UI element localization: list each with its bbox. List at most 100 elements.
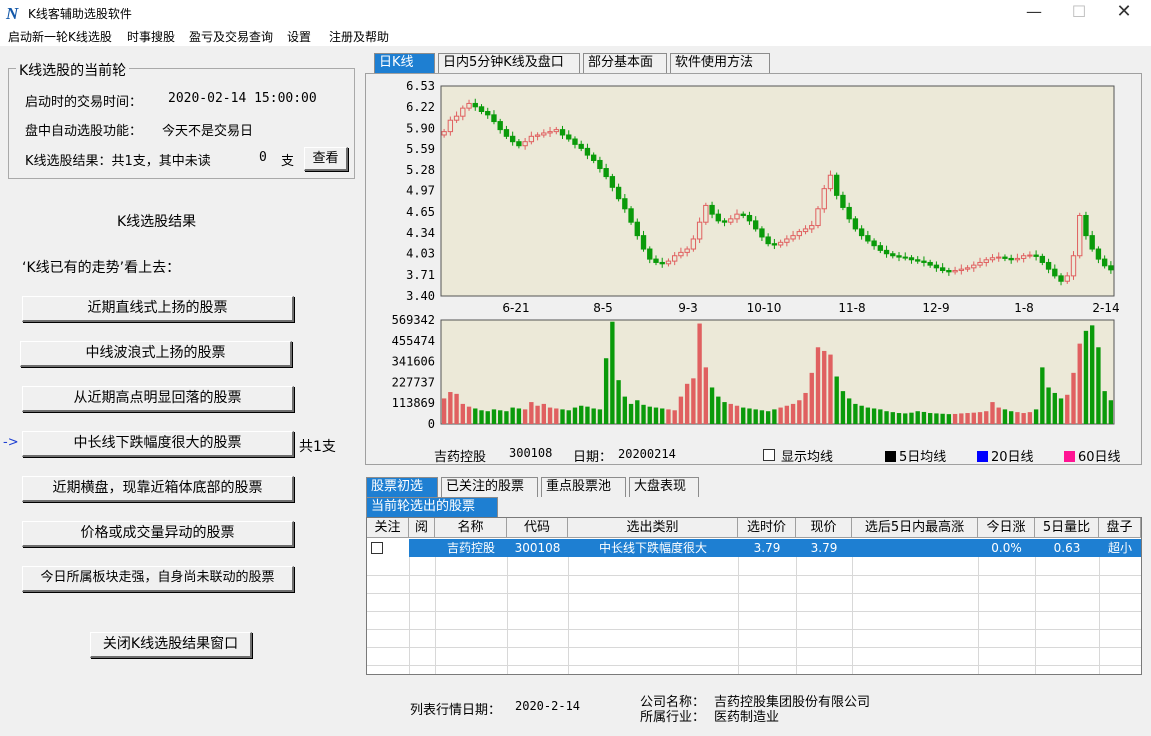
volume-bar xyxy=(741,407,746,424)
ma20-legend-label: 20日线 xyxy=(991,450,1034,465)
col-header-read[interactable]: 阅 xyxy=(409,518,435,538)
subtab-current-round[interactable]: 当前轮选出的股票 xyxy=(366,497,498,517)
close-icon[interactable]: ✕ xyxy=(1104,2,1144,24)
stock-name-label: 吉药控股 xyxy=(434,450,487,465)
current-price-cell: 3.79 xyxy=(796,539,852,557)
volume-bar xyxy=(909,412,914,424)
menu-settings[interactable]: 设置 xyxy=(287,28,311,45)
volume-bar xyxy=(846,398,852,424)
candle-body xyxy=(821,188,827,210)
volume-bar xyxy=(853,403,858,424)
tab-initial-selection[interactable]: 股票初选 xyxy=(366,477,438,497)
tab-fundamentals[interactable]: 部分基本面 xyxy=(583,53,667,73)
col-header-category[interactable]: 选出类别 xyxy=(568,518,738,538)
read-cell xyxy=(409,539,435,557)
col-header-current-price[interactable]: 现价 xyxy=(796,518,852,538)
volume-bar xyxy=(1083,330,1089,424)
candle-body xyxy=(1014,257,1021,261)
category-button-wave-rise[interactable]: 中线波浪式上扬的股票 xyxy=(20,341,292,367)
price-x-tick-label: 8-5 xyxy=(593,301,613,315)
minimize-icon[interactable]: — xyxy=(1014,2,1054,24)
candle-body xyxy=(1045,261,1052,270)
close-results-button[interactable]: 关闭K线选股结果窗口 xyxy=(90,632,252,658)
candle-body xyxy=(528,135,535,143)
col-header-select-price[interactable]: 选时价 xyxy=(738,518,796,538)
menu-help[interactable]: 注册及帮助 xyxy=(329,28,389,45)
volume-y-tick-label: 455474 xyxy=(392,334,435,348)
volume-y-tick-label: 0 xyxy=(428,417,435,431)
volume-bar xyxy=(1002,409,1008,424)
tab-usage-guide[interactable]: 软件使用方法 xyxy=(670,53,770,73)
candle-body xyxy=(721,220,728,223)
results-intro: ‘K线已有的走势’看上去： xyxy=(22,260,181,276)
tab-daily-kline[interactable]: 日K线 xyxy=(374,53,435,73)
round-groupbox-title: K线选股的当前轮 xyxy=(16,60,130,80)
volume-bar xyxy=(1058,398,1064,424)
ma60-swatch xyxy=(1064,451,1075,462)
tab-watched-stocks[interactable]: 已关注的股票 xyxy=(441,477,538,497)
watch-checkbox[interactable] xyxy=(371,542,383,554)
volume-bar xyxy=(1008,411,1014,424)
table-row[interactable]: 吉药控股 300108 中长线下跌幅度很大 3.79 3.79 0.0% 0.6… xyxy=(367,539,1141,557)
code-cell: 300108 xyxy=(507,539,568,557)
candle-body xyxy=(1027,254,1033,257)
candle-body xyxy=(1020,255,1027,259)
tab-market-performance[interactable]: 大盘表现 xyxy=(629,477,699,497)
start-time-label: 启动时的交易时间： xyxy=(25,95,143,110)
candle-body xyxy=(902,256,908,259)
menu-start-selection[interactable]: 启动新一轮K线选股 xyxy=(8,28,112,45)
industry-value: 医药制造业 xyxy=(714,710,780,725)
candle-body xyxy=(1077,214,1083,257)
candle-body xyxy=(472,102,478,108)
tab-intraday-5min[interactable]: 日内5分钟K线及盘口 xyxy=(438,53,580,73)
volume-bar xyxy=(479,410,484,424)
tab-key-pool[interactable]: 重点股票池 xyxy=(541,477,626,497)
volume-bar xyxy=(628,403,634,424)
candle-body xyxy=(871,240,877,247)
candle-body xyxy=(896,255,902,258)
col-header-name[interactable]: 名称 xyxy=(435,518,507,538)
candle-body xyxy=(441,131,447,136)
candle-body xyxy=(553,129,559,133)
menu-profit-query[interactable]: 盈亏及交易查询 xyxy=(189,28,273,45)
col-header-volume-ratio[interactable]: 5日量比 xyxy=(1035,518,1099,538)
category-button-straight-rise[interactable]: 近期直线式上扬的股票 xyxy=(22,296,294,322)
chart-date-label: 日期： xyxy=(573,450,613,465)
watch-cell[interactable] xyxy=(367,539,409,557)
volume-bar xyxy=(1096,347,1101,424)
volume-bar xyxy=(498,410,503,424)
size-cell: 超小 xyxy=(1099,539,1141,557)
volume-bar xyxy=(884,411,889,424)
price-x-tick-label: 1-8 xyxy=(1014,301,1034,315)
show-ma-checkbox[interactable] xyxy=(763,449,775,461)
volume-y-tick-label: 569342 xyxy=(392,313,435,327)
category-button-long-decline[interactable]: 中长线下跌幅度很大的股票 xyxy=(22,431,294,457)
col-header-5day-high[interactable]: 选后5日内最高涨 xyxy=(852,518,978,538)
candle-body xyxy=(784,238,790,243)
candle-body xyxy=(590,154,597,161)
col-header-size[interactable]: 盘子 xyxy=(1099,518,1141,538)
volume-bar xyxy=(547,407,553,424)
col-header-code[interactable]: 代码 xyxy=(507,518,568,538)
view-button[interactable]: 查看 xyxy=(304,147,348,171)
candle-body xyxy=(858,228,865,237)
candle-body xyxy=(578,143,584,149)
volume-bar xyxy=(454,393,459,424)
category-button-sector-strong[interactable]: 今日所属板块走强，自身尚未联动的股票 xyxy=(22,566,294,592)
candle-body xyxy=(559,129,566,136)
candle-body xyxy=(939,267,946,272)
price-x-tick-label: 6-21 xyxy=(502,301,529,315)
category-button-abnormal[interactable]: 价格或成交量异动的股票 xyxy=(22,521,294,547)
menu-news-search[interactable]: 时事搜股 xyxy=(127,28,175,45)
maximize-icon[interactable]: ☐ xyxy=(1059,2,1099,24)
col-header-watch[interactable]: 关注 xyxy=(367,518,409,538)
category-button-box-bottom[interactable]: 近期横盘，现靠近箱体底部的股票 xyxy=(22,476,294,502)
volume-bar xyxy=(759,410,765,424)
category-button-pullback[interactable]: 从近期高点明显回落的股票 xyxy=(22,386,294,412)
chart-date-value: 20200214 xyxy=(618,447,676,461)
name-cell: 吉药控股 xyxy=(435,539,507,557)
volume-bar xyxy=(921,411,927,424)
ma20-legend: 20日线 xyxy=(977,446,1034,465)
col-header-today-change[interactable]: 今日涨 xyxy=(978,518,1035,538)
volume-bar xyxy=(697,323,702,424)
